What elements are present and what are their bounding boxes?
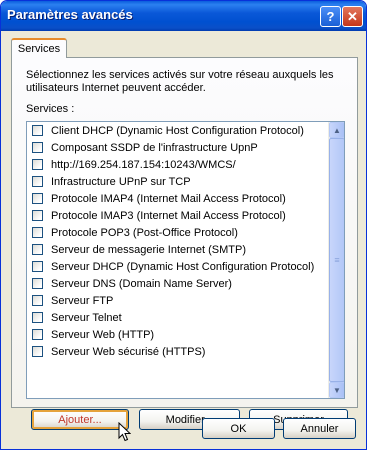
service-checkbox[interactable]	[32, 312, 43, 323]
title-bar[interactable]: Paramètres avancés ? ✕	[1, 1, 366, 31]
service-label: http://169.254.187.154:10243/WMCS/	[51, 158, 236, 171]
service-checkbox[interactable]	[32, 125, 43, 136]
cancel-button[interactable]: Annuler	[283, 418, 356, 439]
close-icon: ✕	[347, 8, 358, 24]
service-checkbox[interactable]	[32, 210, 43, 221]
service-list-item[interactable]: Protocole IMAP4 (Internet Mail Access Pr…	[27, 190, 327, 207]
add-button-label: Ajouter...	[58, 413, 102, 426]
chevron-up-icon: ▲	[333, 125, 341, 135]
service-label: Serveur FTP	[51, 294, 114, 307]
help-button[interactable]: ?	[320, 6, 341, 27]
service-label: Serveur de messagerie Internet (SMTP)	[51, 243, 247, 256]
grip-icon: ≡	[334, 255, 340, 265]
service-label: Serveur Telnet	[51, 311, 122, 324]
service-label: Protocole IMAP4 (Internet Mail Access Pr…	[51, 192, 286, 205]
dialog-body: Services Sélectionnez les services activ…	[4, 31, 363, 446]
services-label: Services :	[26, 103, 75, 115]
close-button[interactable]: ✕	[342, 6, 363, 27]
chevron-down-icon: ▼	[333, 385, 341, 395]
service-list-item[interactable]: Serveur Web (HTTP)	[27, 326, 327, 343]
help-icon: ?	[326, 9, 335, 24]
scroll-down-button[interactable]: ▼	[329, 382, 344, 398]
service-checkbox[interactable]	[32, 278, 43, 289]
ok-button[interactable]: OK	[202, 418, 275, 439]
service-list-item[interactable]: Serveur Telnet	[27, 309, 327, 326]
service-label: Client DHCP (Dynamic Host Configuration …	[51, 124, 304, 137]
service-list-item[interactable]: Serveur Web sécurisé (HTTPS)	[27, 343, 327, 360]
service-label: Protocole IMAP3 (Internet Mail Access Pr…	[51, 209, 286, 222]
vertical-scrollbar[interactable]: ▲ ≡ ▼	[328, 122, 344, 398]
service-label: Protocole POP3 (Post-Office Protocol)	[51, 226, 238, 239]
services-list: Client DHCP (Dynamic Host Configuration …	[27, 122, 327, 360]
service-label: Serveur Web sécurisé (HTTPS)	[51, 345, 206, 358]
panel-description: Sélectionnez les services activés sur vo…	[26, 69, 334, 94]
service-checkbox[interactable]	[32, 193, 43, 204]
scroll-thumb[interactable]: ≡	[329, 138, 344, 382]
service-checkbox[interactable]	[32, 261, 43, 272]
service-label: Serveur DHCP (Dynamic Host Configuration…	[51, 260, 315, 273]
service-checkbox[interactable]	[32, 244, 43, 255]
service-label: Serveur Web (HTTP)	[51, 328, 155, 341]
service-list-item[interactable]: Protocole IMAP3 (Internet Mail Access Pr…	[27, 207, 327, 224]
service-label: Infrastructure UPnP sur TCP	[51, 175, 191, 188]
service-checkbox[interactable]	[32, 227, 43, 238]
service-list-item[interactable]: Serveur DNS (Domain Name Server)	[27, 275, 327, 292]
service-checkbox[interactable]	[32, 142, 43, 153]
service-label: Serveur DNS (Domain Name Server)	[51, 277, 232, 290]
service-label: Composant SSDP de l'infrastructure UpnP	[51, 141, 258, 154]
service-list-item[interactable]: Infrastructure UPnP sur TCP	[27, 173, 327, 190]
service-list-item[interactable]: Serveur de messagerie Internet (SMTP)	[27, 241, 327, 258]
scroll-up-button[interactable]: ▲	[329, 122, 344, 138]
service-checkbox[interactable]	[32, 329, 43, 340]
tab-services[interactable]: Services	[11, 38, 67, 58]
dialog-title: Paramètres avancés	[7, 7, 133, 22]
service-checkbox[interactable]	[32, 159, 43, 170]
ok-button-label: OK	[230, 422, 247, 435]
services-listbox[interactable]: Client DHCP (Dynamic Host Configuration …	[26, 121, 345, 399]
service-checkbox[interactable]	[32, 346, 43, 357]
tab-services-label: Services	[17, 43, 61, 55]
service-checkbox[interactable]	[32, 295, 43, 306]
service-list-item[interactable]: Client DHCP (Dynamic Host Configuration …	[27, 122, 327, 139]
service-checkbox[interactable]	[32, 176, 43, 187]
service-list-item[interactable]: Composant SSDP de l'infrastructure UpnP	[27, 139, 327, 156]
cancel-button-label: Annuler	[300, 422, 339, 435]
services-tab-panel: Sélectionnez les services activés sur vo…	[11, 57, 358, 442]
service-list-item[interactable]: Protocole POP3 (Post-Office Protocol)	[27, 224, 327, 241]
service-list-item[interactable]: Serveur DHCP (Dynamic Host Configuration…	[27, 258, 327, 275]
mouse-pointer-icon	[118, 422, 131, 442]
service-list-item[interactable]: http://169.254.187.154:10243/WMCS/	[27, 156, 327, 173]
advanced-settings-dialog: Paramètres avancés ? ✕ Services Sélectio…	[0, 0, 367, 450]
service-list-item[interactable]: Serveur FTP	[27, 292, 327, 309]
add-button[interactable]: Ajouter...	[31, 409, 129, 430]
